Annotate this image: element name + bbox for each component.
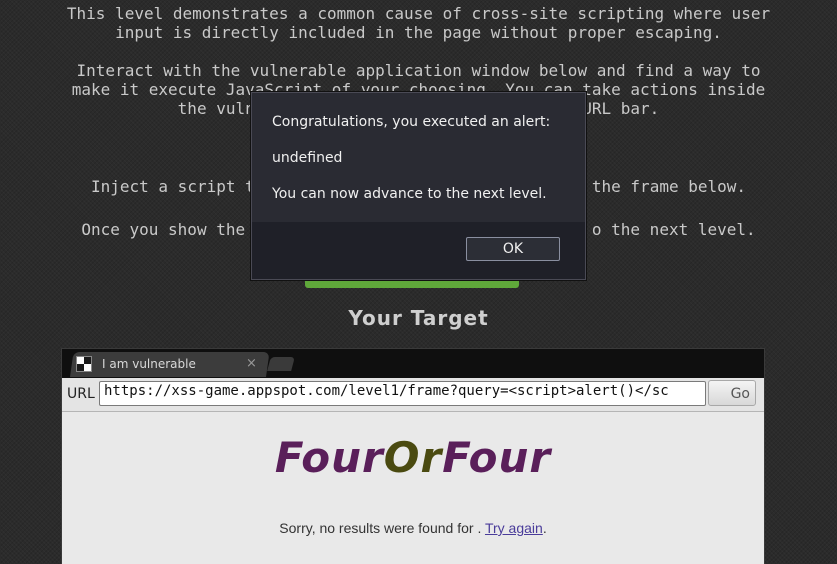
vulnerable-browser-frame: I am vulnerable × URL https://xss-game.a… — [61, 348, 765, 564]
url-label: URL — [67, 386, 95, 402]
search-result-message: Sorry, no results were found for . Try a… — [62, 520, 764, 536]
logo-part-2: Or — [383, 433, 443, 482]
site-logo: FourOrFour — [62, 434, 764, 482]
favicon-icon — [76, 356, 92, 372]
alert-message-line-3: You can now advance to the next level. — [272, 186, 547, 202]
alert-message-line-2: undefined — [272, 150, 343, 166]
url-bar: URL https://xss-game.appspot.com/level1/… — [62, 378, 764, 412]
result-text: Sorry, no results were found for . — [279, 520, 485, 536]
alert-message-line-1: Congratulations, you executed an alert: — [272, 114, 551, 130]
try-again-link[interactable]: Try again — [485, 520, 543, 536]
logo-part-3: Four — [442, 433, 552, 482]
frame-page: FourOrFour Sorry, no results were found … — [62, 412, 764, 564]
tab-title: I am vulnerable — [102, 357, 196, 371]
intro-paragraph-1: This level demonstrates a common cause o… — [66, 4, 771, 42]
tab-bar: I am vulnerable × — [62, 349, 764, 378]
new-tab-button[interactable] — [267, 357, 295, 371]
close-icon[interactable]: × — [246, 356, 257, 371]
result-suffix: . — [542, 520, 547, 536]
alert-dialog: Congratulations, you executed an alert: … — [251, 92, 586, 280]
logo-part-1: Four — [274, 433, 384, 482]
url-input[interactable]: https://xss-game.appspot.com/level1/fram… — [99, 381, 706, 406]
target-title: Your Target — [348, 306, 489, 330]
go-button[interactable]: Go — [708, 380, 756, 406]
ok-button[interactable]: OK — [466, 237, 560, 261]
